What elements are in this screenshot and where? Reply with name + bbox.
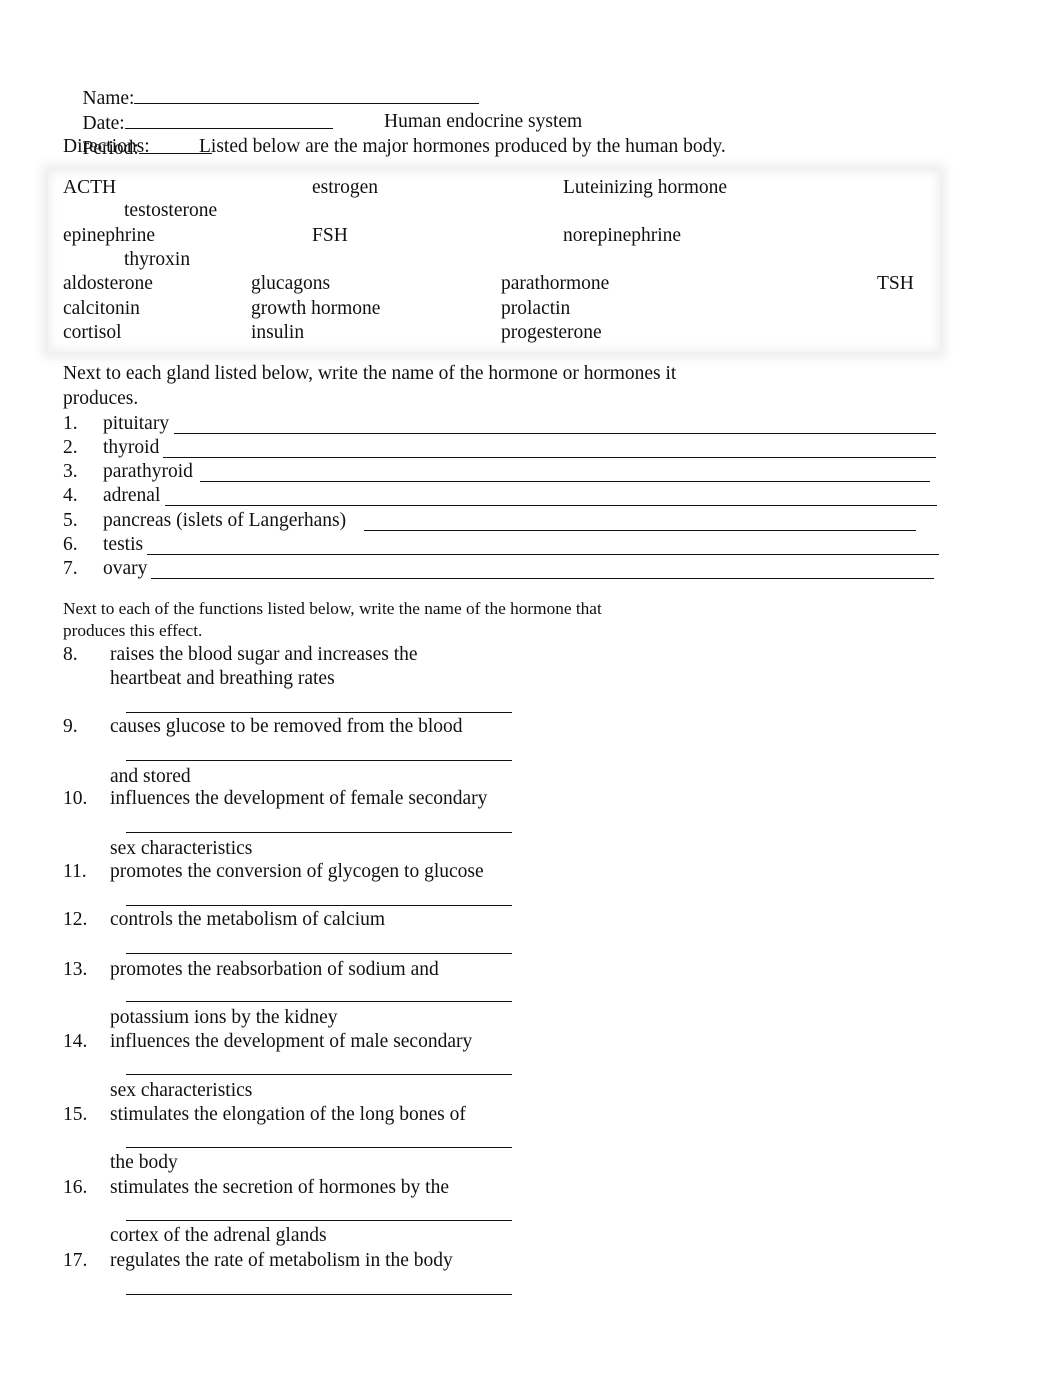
function-answer-line[interactable] (126, 953, 512, 954)
function-item-number: 14. (63, 1031, 88, 1052)
function-item-number: 15. (63, 1104, 88, 1125)
function-item-text: controls the metabolism of calcium (110, 909, 386, 930)
gland-answer-line[interactable] (165, 505, 937, 506)
hormone-prolactin: prolactin (501, 298, 571, 319)
function-answer-line[interactable] (126, 1294, 512, 1295)
function-item-text-continued: sex characteristics (110, 838, 253, 859)
hormone-thyroxin: thyroxin (124, 249, 191, 270)
gland-answer-line[interactable] (364, 530, 916, 531)
function-item-text: influences the development of female sec… (110, 788, 488, 809)
function-item-text-continued: cortex of the adrenal glands (110, 1225, 327, 1246)
name-field[interactable] (134, 86, 480, 104)
function-item-text-continued: potassium ions by the kidney (110, 1007, 338, 1028)
function-answer-line[interactable] (126, 1001, 512, 1002)
gland-answer-line[interactable] (200, 481, 930, 482)
function-item-number: 8. (63, 644, 78, 665)
hormone-insulin: insulin (251, 322, 305, 343)
gland-item-name: ovary (103, 558, 148, 579)
function-item-text: influences the development of male secon… (110, 1031, 473, 1052)
directions-text: Listed below are the major hormones prod… (199, 136, 726, 157)
function-item-number: 10. (63, 788, 88, 809)
gland-item-number: 7. (63, 558, 78, 579)
worksheet-page: Name: Date: Period: Human endocrine syst… (0, 0, 1062, 1377)
function-item-text: stimulates the elongation of the long bo… (110, 1104, 466, 1125)
worksheet-title: Human endocrine system (384, 111, 583, 132)
gland-item-name: testis (103, 534, 144, 555)
function-answer-line[interactable] (126, 1220, 512, 1221)
gland-item-name: adrenal (103, 485, 161, 506)
section2-instructions-line1: Next to each of the functions listed bel… (63, 599, 602, 618)
function-item-text: causes glucose to be removed from the bl… (110, 716, 463, 737)
hormone-epinephrine: epinephrine (63, 225, 156, 246)
function-item-text-continued: sex characteristics (110, 1080, 253, 1101)
gland-item-number: 5. (63, 510, 78, 531)
date-label: Date: (82, 113, 125, 134)
hormone-growth: growth hormone (251, 298, 381, 319)
gland-item-number: 6. (63, 534, 78, 555)
hormone-luteinizing: Luteinizing hormone (563, 177, 728, 198)
hormone-estrogen: estrogen (312, 177, 379, 198)
gland-item-name: thyroid (103, 437, 160, 458)
section2-instructions-line2: produces this effect. (63, 621, 203, 640)
function-answer-line[interactable] (126, 832, 512, 833)
gland-answer-line[interactable] (151, 578, 934, 579)
function-item-text: promotes the reabsorbation of sodium and (110, 959, 439, 980)
function-item-text: regulates the rate of metabolism in the … (110, 1250, 453, 1271)
function-item-number: 16. (63, 1177, 88, 1198)
function-item-text-continued: the body (110, 1152, 178, 1173)
function-item-text: stimulates the secretion of hormones by … (110, 1177, 450, 1198)
gland-item-number: 4. (63, 485, 78, 506)
hormone-calcitonin: calcitonin (63, 298, 140, 319)
gland-item-number: 2. (63, 437, 78, 458)
section1-instructions-line2: produces. (63, 388, 139, 409)
section1-instructions-line1: Next to each gland listed below, write t… (63, 363, 677, 384)
function-item-text: promotes the conversion of glycogen to g… (110, 861, 484, 882)
date-field[interactable] (124, 111, 333, 129)
gland-item-number: 1. (63, 413, 78, 434)
function-item-number: 9. (63, 716, 78, 737)
function-answer-line[interactable] (126, 1147, 512, 1148)
function-item-text-continued: heartbeat and breathing rates (110, 668, 335, 689)
hormone-acth: ACTH (63, 177, 117, 198)
gland-item-name: pituitary (103, 413, 170, 434)
function-item-number: 12. (63, 909, 88, 930)
hormone-parathormone: parathormone (501, 273, 610, 294)
function-answer-line[interactable] (126, 1074, 512, 1075)
function-item-text: raises the blood sugar and increases the (110, 644, 418, 665)
directions-label: Directions: (63, 136, 150, 157)
name-label: Name: (82, 88, 135, 109)
function-answer-line[interactable] (126, 760, 512, 761)
function-item-text-continued: and stored (110, 766, 191, 787)
gland-answer-line[interactable] (147, 554, 939, 555)
hormone-tsh: TSH (877, 273, 914, 294)
function-item-number: 11. (63, 861, 87, 882)
hormone-norepinephrine: norepinephrine (563, 225, 682, 246)
gland-answer-line[interactable] (174, 433, 936, 434)
hormone-cortisol: cortisol (63, 322, 122, 343)
hormone-progesterone: progesterone (501, 322, 602, 343)
function-answer-line[interactable] (126, 712, 512, 713)
hormone-aldosterone: aldosterone (63, 273, 153, 294)
function-answer-line[interactable] (126, 905, 512, 906)
hormone-glucagons: glucagons (251, 273, 331, 294)
function-item-number: 13. (63, 959, 88, 980)
gland-item-name: parathyroid (103, 461, 193, 482)
gland-answer-line[interactable] (163, 457, 936, 458)
function-item-number: 17. (63, 1250, 88, 1271)
hormone-fsh: FSH (312, 225, 348, 246)
hormone-testosterone: testosterone (124, 200, 218, 221)
gland-item-number: 3. (63, 461, 78, 482)
gland-item-name: pancreas (islets of Langerhans) (103, 510, 347, 531)
